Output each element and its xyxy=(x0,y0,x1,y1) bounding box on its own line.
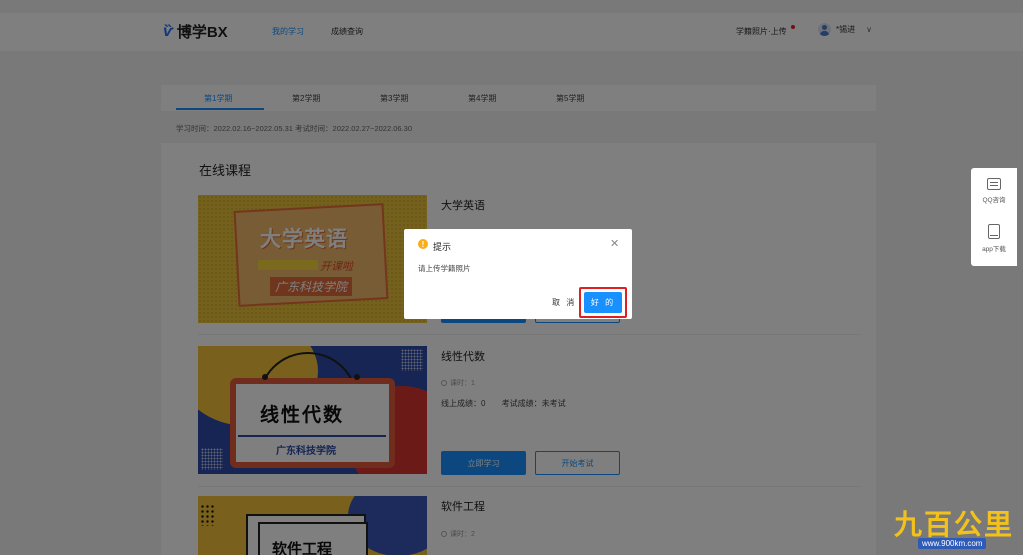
watermark-logo: 九百公里 www.900km.com xyxy=(892,503,1018,551)
warning-icon: ! xyxy=(418,239,428,249)
side-float-toolbar: QQ咨询 app下载 xyxy=(971,168,1017,266)
dialog-message: 请上传学籍照片 xyxy=(418,264,471,273)
prompt-dialog: ! 提示 ✕ 请上传学籍照片 取 消 好 的 xyxy=(404,229,632,319)
ok-button[interactable]: 好 的 xyxy=(584,292,622,313)
watermark-text: 九百公里 xyxy=(894,508,1015,541)
chat-icon xyxy=(987,178,1001,190)
app-download[interactable]: app下载 xyxy=(971,224,1017,253)
cancel-button[interactable]: 取 消 xyxy=(552,297,576,308)
qq-consult[interactable]: QQ咨询 xyxy=(971,178,1017,204)
dialog-title: 提示 xyxy=(433,242,452,252)
tablet-icon xyxy=(988,224,1000,239)
close-icon[interactable]: ✕ xyxy=(610,237,619,250)
watermark-url: www.900km.com xyxy=(918,538,987,549)
